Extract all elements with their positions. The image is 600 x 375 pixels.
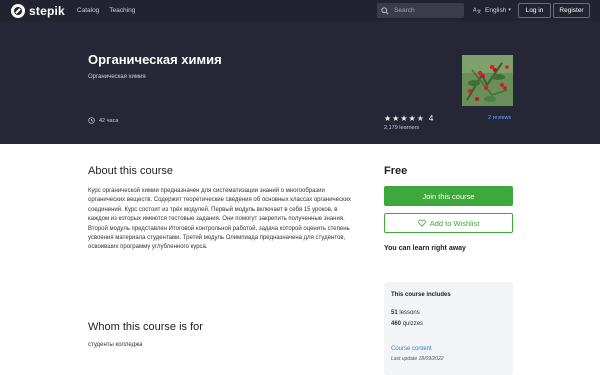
quizzes-count: 460 quizzes (391, 321, 423, 327)
star-icon: ★ (408, 113, 416, 123)
course-subtitle: Органическая химия (88, 74, 146, 80)
join-course-button[interactable]: Join this course (384, 186, 513, 206)
star-icon: ★ (392, 113, 400, 123)
logo-text: stepik (29, 3, 65, 18)
wishlist-label: Add to Wishlist (429, 218, 480, 228)
course-title: Органическая химия (88, 52, 222, 67)
last-update: Last update 18/09/2022 (391, 356, 444, 362)
nav-link-catalog[interactable]: Catalog (77, 7, 99, 14)
search-box[interactable] (377, 3, 464, 18)
svg-text:文: 文 (477, 8, 482, 14)
course-duration: 42 часа (88, 117, 118, 124)
duration-label: 42 часа (99, 117, 119, 124)
includes-title: This course includes (391, 292, 451, 298)
heart-icon (417, 219, 426, 227)
lessons-count: 51 lessons (391, 310, 420, 316)
lessons-number: 51 (391, 310, 398, 316)
star-icon: ★ (416, 113, 424, 123)
chevron-down-icon: ▾ (508, 7, 511, 13)
star-icon: ★ (400, 113, 408, 123)
about-text: Курс органической химии предназначен для… (88, 188, 351, 251)
course-cover-image (462, 55, 513, 106)
course-rating: ★ ★ ★ ★ ★ 4 (384, 114, 433, 123)
search-icon (381, 6, 389, 15)
quizzes-number: 460 (391, 321, 402, 327)
register-button[interactable]: Register (553, 3, 590, 18)
course-price: Free (384, 165, 408, 177)
about-heading: About this course (88, 165, 173, 177)
quizzes-label: quizzes (402, 321, 424, 327)
login-button[interactable]: Log in (518, 3, 551, 18)
stepik-logo-icon (11, 3, 25, 18)
course-includes-card: This course includes 51 lessons 460 quiz… (384, 282, 513, 375)
nav-link-teaching[interactable]: Teaching (109, 7, 135, 14)
reviews-link[interactable]: 2 reviews (488, 115, 511, 121)
star-icon: ★ (384, 113, 392, 123)
translate-icon: A 文 (473, 8, 482, 15)
rating-value: 4 (428, 114, 434, 123)
language-selector[interactable]: A 文 English ▾ (473, 6, 511, 15)
top-navbar: stepik Catalog Teaching A 文 English ▾ Lo… (0, 0, 600, 21)
clock-icon (88, 117, 95, 124)
search-input[interactable] (394, 7, 464, 14)
learners-count: 2,179 learners (384, 125, 420, 131)
learn-availability: You can learn right away (384, 245, 466, 252)
lessons-label: lessons (399, 310, 420, 316)
audience-text: студенты колледжа (88, 342, 143, 348)
add-to-wishlist-button[interactable]: Add to Wishlist (384, 213, 513, 233)
audience-heading: Whom this course is for (88, 321, 203, 333)
language-label: English (485, 6, 507, 14)
course-hero: Органическая химия Органическая химия 42… (0, 21, 600, 144)
stepik-logo[interactable]: stepik (11, 3, 65, 18)
course-content-link[interactable]: Course content (391, 346, 432, 352)
